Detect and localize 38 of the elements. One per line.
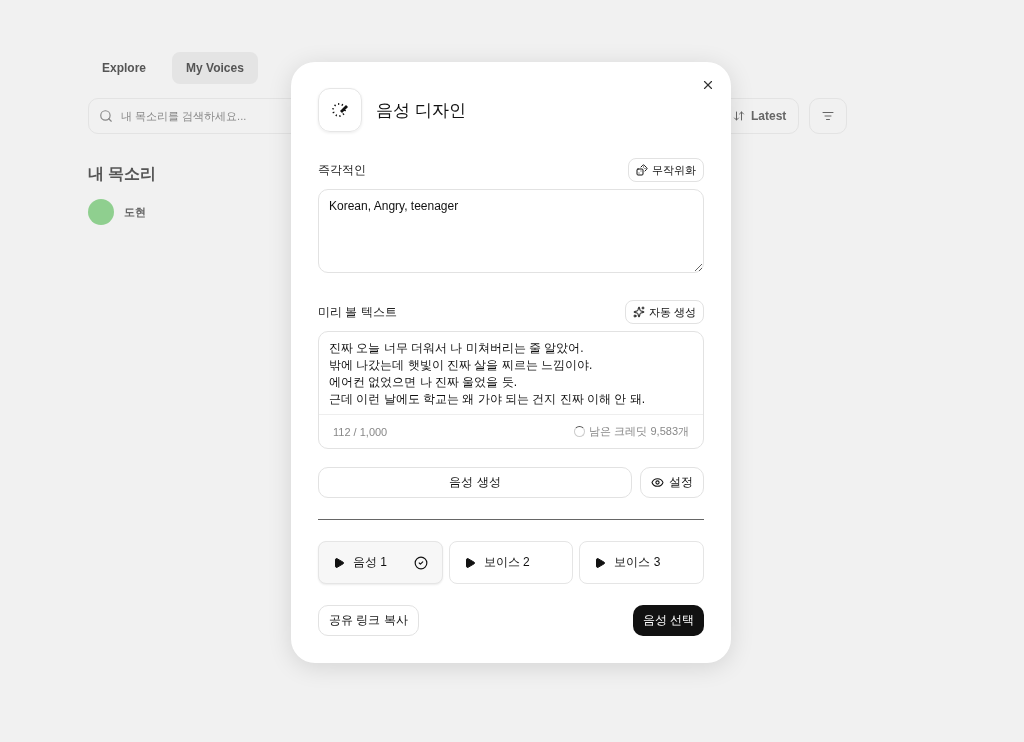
credits-remaining: 남은 크레딧 9,583개	[589, 424, 689, 439]
preview-text-line: 근데 이런 날에도 학교는 왜 가야 되는 건지 진짜 이해 안 돼.	[329, 391, 646, 408]
sparkles-icon	[632, 306, 645, 318]
select-voice-button[interactable]: 음성 선택	[632, 605, 704, 636]
voice-option[interactable]: 보이스 3	[579, 541, 704, 584]
prompt-label: 즉각적인	[318, 161, 366, 179]
eye-icon	[651, 476, 664, 489]
play-icon	[333, 556, 345, 569]
randomize-button[interactable]: 무작위화	[628, 158, 704, 182]
play-icon	[594, 556, 607, 569]
search-icon	[99, 109, 113, 123]
prompt-field[interactable]: Korean, Angry, teenager	[318, 189, 704, 273]
copy-share-link-button[interactable]: 공유 링크 복사	[318, 605, 419, 636]
check-circle-icon	[413, 555, 428, 570]
preview-text-line: 진짜 오늘 너무 더워서 나 미쳐버리는 줄 알았어.	[329, 340, 585, 357]
search-placeholder: 내 목소리를 검색하세요...	[121, 108, 247, 124]
generate-voice-button[interactable]: 음성 생성	[318, 467, 632, 498]
character-count: 112 / 1,000	[333, 425, 388, 438]
preview-label: 미리 볼 텍스트	[318, 303, 397, 321]
preview-text-line: 밖에 나갔는데 햇빛이 진짜 살을 찌르는 느낌이야.	[329, 357, 594, 374]
preview-text-line: 에어컨 없었으면 나 진짜 울었을 듯.	[329, 374, 518, 391]
voice-option[interactable]: 음성 1	[318, 541, 443, 584]
filter-icon	[822, 110, 835, 122]
dice-icon	[636, 164, 648, 176]
voice-option[interactable]: 보이스 2	[448, 541, 574, 584]
settings-button[interactable]: 설정	[640, 467, 704, 498]
section-title: 내 목소리	[88, 164, 157, 184]
nav-tab[interactable]: Explore	[88, 52, 160, 84]
preview-text-field[interactable]: 진짜 오늘 너무 더워서 나 미쳐버리는 줄 알았어. 밖에 나갔는데 햇빛이 진짜 살을 찌르는 느낌이야. 에어컨 없었으면 나 진짜 울었을 듯. 근데 이런 날에도 학교는 왜 가야 되는 건지 진짜 이해 안 돼. 112 / 1,000 남은 크레딧 9,583개	[318, 331, 704, 449]
nav-tab[interactable]: My Voices	[172, 52, 258, 84]
sort-icon	[733, 110, 745, 122]
close-button[interactable]	[701, 78, 715, 92]
auto-generate-button[interactable]: 자동 생성	[624, 300, 704, 324]
voice-design-icon	[318, 88, 362, 132]
play-icon	[463, 556, 476, 569]
voice-avatar	[88, 199, 114, 225]
dialog-title: 음성 디자인	[376, 99, 466, 122]
voice-name: 도현	[124, 204, 146, 220]
